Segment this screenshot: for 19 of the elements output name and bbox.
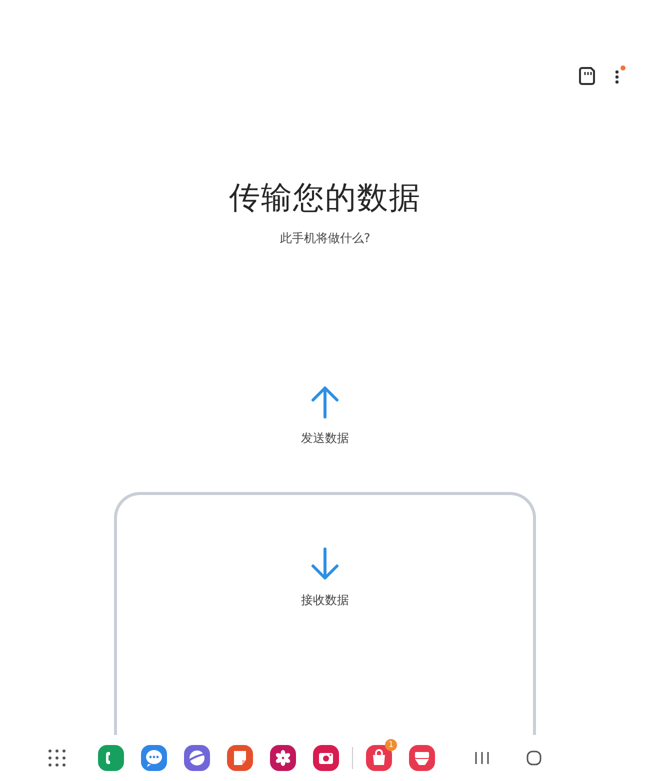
flower-app-icon[interactable] [270, 745, 296, 771]
phone-app-icon[interactable] [98, 745, 124, 771]
planet-app-icon[interactable] [184, 745, 210, 771]
transfer-option[interactable]: 接收数据 [114, 492, 536, 735]
tray-app-icon[interactable] [409, 745, 435, 771]
messages-app-icon[interactable] [141, 745, 167, 771]
page-subtitle: 此手机将做什么? [280, 230, 370, 247]
camera-app-icon[interactable] [313, 745, 339, 771]
notification-badge: 1 [385, 739, 397, 751]
page-title: 传输您的数据 [229, 179, 421, 218]
apps-grid-icon[interactable] [48, 749, 66, 767]
transfer-option[interactable]: 发送数据 [114, 330, 536, 487]
notebook-app-icon[interactable] [227, 745, 253, 771]
shopping-bag-app-icon[interactable] [366, 745, 392, 771]
down-arrow-icon [310, 547, 340, 581]
home-icon[interactable] [526, 750, 542, 766]
recents-icon[interactable] [474, 750, 490, 766]
up-arrow-icon [310, 385, 340, 419]
sd-card-icon[interactable] [578, 66, 596, 86]
